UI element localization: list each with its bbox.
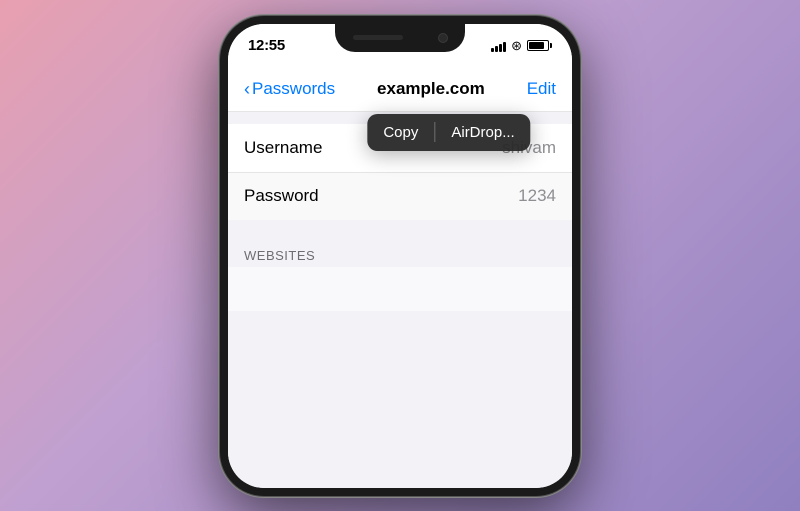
- signal-bar-4: [503, 42, 506, 52]
- nav-bar: ‹ Passwords example.com Edit: [228, 68, 572, 112]
- page-title: example.com: [377, 79, 485, 99]
- edit-button[interactable]: Edit: [527, 79, 556, 99]
- back-button[interactable]: ‹ Passwords: [244, 79, 335, 99]
- signal-bar-2: [495, 46, 498, 52]
- websites-section: WEBSITES: [228, 240, 572, 311]
- signal-bar-3: [499, 44, 502, 52]
- status-left: 12:55: [248, 37, 285, 54]
- battery-fill: [529, 42, 544, 49]
- password-row[interactable]: Password 1234: [228, 172, 572, 220]
- status-right: ⊛: [491, 38, 552, 54]
- username-label: Username: [244, 138, 322, 158]
- credentials-section: Username shivam Copy AirDrop... Password: [228, 124, 572, 220]
- notch: [335, 24, 465, 52]
- signal-bar-1: [491, 48, 494, 52]
- status-bar: 12:55 ⊛: [228, 24, 572, 68]
- websites-row: [228, 267, 572, 311]
- copy-button[interactable]: Copy: [367, 114, 434, 151]
- notch-speaker: [353, 35, 403, 40]
- websites-header: WEBSITES: [228, 240, 572, 267]
- battery-icon: [527, 40, 552, 51]
- screen: 12:55 ⊛: [228, 24, 572, 488]
- chevron-left-icon: ‹: [244, 80, 250, 98]
- content-area: Username shivam Copy AirDrop... Password: [228, 112, 572, 488]
- notch-camera: [438, 33, 448, 43]
- signal-icon: [491, 40, 506, 52]
- airdrop-button[interactable]: AirDrop...: [435, 114, 530, 151]
- password-value: 1234: [518, 186, 556, 206]
- wifi-icon: ⊛: [511, 38, 522, 54]
- phone-frame: 12:55 ⊛: [220, 16, 580, 496]
- back-label: Passwords: [252, 79, 335, 99]
- battery-body: [527, 40, 549, 51]
- username-row[interactable]: Username shivam Copy AirDrop...: [228, 124, 572, 172]
- context-menu: Copy AirDrop...: [367, 114, 530, 151]
- battery-tip: [550, 43, 552, 48]
- status-time: 12:55: [248, 37, 285, 54]
- password-label: Password: [244, 186, 319, 206]
- phone-wrapper: 12:55 ⊛: [210, 11, 590, 501]
